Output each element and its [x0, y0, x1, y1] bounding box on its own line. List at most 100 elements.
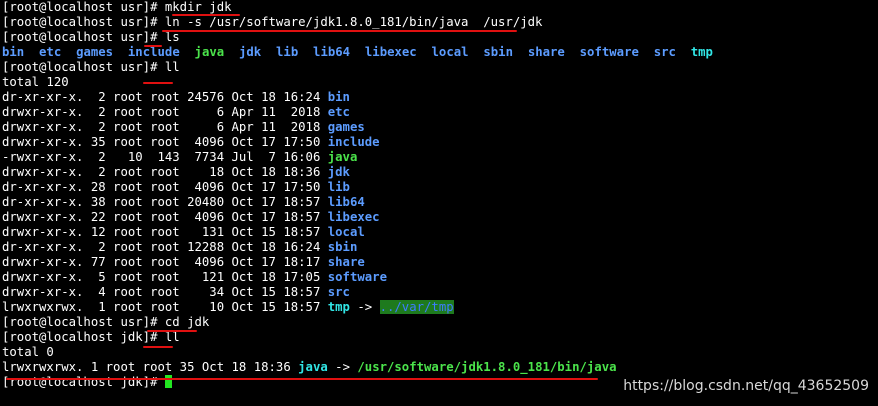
terminal-line: drwxr-xr-x. 2 root root 6 Apr 11 2018 ga… [2, 120, 872, 135]
terminal-text: drwxr-xr-x. 12 root root 131 Oct 15 18:5… [2, 225, 328, 239]
terminal-text: etc [327, 105, 350, 119]
terminal-text: dr-xr-xr-x. 38 root root 20480 Oct 17 18… [2, 195, 328, 209]
terminal-text: -rwxr-xr-x. 2 10 143 7734 Jul 7 16:06 [2, 150, 328, 164]
annotation-underline-ln [162, 30, 517, 32]
terminal-text: drwxr-xr-x. 2 root root 6 Apr 11 2018 [2, 120, 328, 134]
terminal-text: libexec [364, 45, 417, 59]
annotation-underline-symlink [6, 378, 598, 380]
terminal-text: [root@localhost usr]# cd jdk [2, 315, 210, 329]
terminal-line: [root@localhost usr]# ls [2, 30, 872, 45]
terminal-line: dr-xr-xr-x. 2 root root 24576 Oct 18 16:… [2, 90, 872, 105]
terminal-text: drwxr-xr-x. 4 root root 34 Oct 15 18:57 [2, 285, 328, 299]
terminal-text: [root@localhost usr]# ln -s /usr/softwar… [2, 15, 543, 29]
terminal-line: [root@localhost jdk]# ll [2, 330, 872, 345]
terminal-text: lib64 [327, 195, 365, 209]
annotation-underline-mkdir [172, 14, 240, 16]
terminal-text: -> [349, 300, 380, 314]
terminal-text: dr-xr-xr-x. 2 root root 24576 Oct 18 16:… [2, 90, 328, 104]
terminal-line: drwxr-xr-x. 35 root root 4096 Oct 17 17:… [2, 135, 872, 150]
terminal-text: local [327, 225, 365, 239]
terminal-text: /usr/software/jdk1.8.0_181/bin/java [357, 360, 617, 374]
terminal-text: ../var/tmp [379, 300, 454, 314]
terminal-text: games [327, 120, 365, 134]
terminal-line: [root@localhost usr]# cd jdk [2, 315, 872, 330]
terminal-output[interactable]: [root@localhost usr]# mkdir jdk [root@loc… [2, 0, 872, 406]
terminal-text: total 0 [2, 345, 54, 359]
terminal-text: java [194, 45, 225, 59]
terminal-text: [root@localhost usr]# ls [2, 30, 180, 44]
terminal-line: bin etc games include java jdk lib lib64… [2, 45, 872, 60]
terminal-text: sbin [483, 45, 513, 59]
terminal-text: lib [327, 180, 350, 194]
terminal-line: drwxr-xr-x. 5 root root 121 Oct 18 17:05… [2, 270, 872, 285]
terminal-text: etc [39, 45, 62, 59]
terminal-line: drwxr-xr-x. 22 root root 4096 Oct 17 18:… [2, 210, 872, 225]
terminal-line: drwxr-xr-x. 12 root root 131 Oct 15 18:5… [2, 225, 872, 240]
terminal-text: drwxr-xr-x. 2 root root 18 Oct 18 18:36 [2, 165, 328, 179]
terminal-line: drwxr-xr-x. 77 root root 4096 Oct 17 18:… [2, 255, 872, 270]
terminal-text: games [76, 45, 114, 59]
terminal-text: [root@localhost jdk]# ll [2, 330, 180, 344]
terminal-text: java [327, 150, 358, 164]
terminal-text: dr-xr-xr-x. 28 root root 4096 Oct 17 17:… [2, 180, 328, 194]
terminal-line: drwxr-xr-x. 2 root root 18 Oct 18 18:36 … [2, 165, 872, 180]
terminal-text: dr-xr-xr-x. 2 root root 12288 Oct 18 16:… [2, 240, 328, 254]
terminal-line: lrwxrwxrwx. 1 root root 35 Oct 18 18:36 … [2, 360, 872, 375]
terminal-text: [root@localhost usr]# mkdir jdk [2, 0, 232, 14]
terminal-line: -rwxr-xr-x. 2 10 143 7734 Jul 7 16:06 ja… [2, 150, 872, 165]
terminal-text: sbin [327, 240, 358, 254]
terminal-text: software [579, 45, 639, 59]
terminal-text: drwxr-xr-x. 2 root root 6 Apr 11 2018 [2, 105, 328, 119]
terminal-line: dr-xr-xr-x. 38 root root 20480 Oct 17 18… [2, 195, 872, 210]
terminal-line: total 120 [2, 75, 872, 90]
terminal-text: lib64 [313, 45, 351, 59]
terminal-text: drwxr-xr-x. 77 root root 4096 Oct 17 18:… [2, 255, 328, 269]
terminal-text: drwxr-xr-x. 22 root root 4096 Oct 17 18:… [2, 210, 328, 224]
terminal-line: lrwxrwxrwx. 1 root root 10 Oct 15 18:57 … [2, 300, 872, 315]
terminal-text: bin [327, 90, 350, 104]
terminal-text: share [327, 255, 365, 269]
annotation-underline-ll-jdk [143, 346, 173, 348]
terminal-text: libexec [327, 210, 380, 224]
terminal-line: [root@localhost usr]# ll [2, 60, 872, 75]
terminal-line: dr-xr-xr-x. 28 root root 4096 Oct 17 17:… [2, 180, 872, 195]
terminal-cursor [164, 375, 172, 388]
terminal-text: jdk [238, 45, 262, 59]
terminal-text: tmp [327, 300, 350, 314]
terminal-text: include [327, 135, 380, 149]
terminal-text: share [527, 45, 565, 59]
terminal-text: total 120 [2, 75, 69, 89]
annotation-underline-ll [143, 82, 173, 84]
terminal-text: src [327, 285, 350, 299]
terminal-text: software [327, 270, 387, 284]
terminal-text: lrwxrwxrwx. 1 root root 35 Oct 18 18:36 [2, 360, 299, 374]
terminal-text: jdk [327, 165, 350, 179]
terminal-line: dr-xr-xr-x. 2 root root 12288 Oct 18 16:… [2, 240, 872, 255]
terminal-text: tmp [690, 45, 713, 59]
terminal-text: bin [2, 45, 25, 59]
terminal-text: drwxr-xr-x. 5 root root 121 Oct 18 17:05 [2, 270, 328, 284]
terminal-line: drwxr-xr-x. 4 root root 34 Oct 15 18:57 … [2, 285, 872, 300]
annotation-underline-cd [147, 330, 197, 332]
csdn-watermark: https://blog.csdn.net/qq_43652509 [623, 378, 869, 394]
terminal-text: local [431, 45, 469, 59]
terminal-line: [root@localhost usr]# ln -s /usr/softwar… [2, 15, 872, 30]
terminal-text: lrwxrwxrwx. 1 root root 10 Oct 15 18:57 [2, 300, 328, 314]
terminal-text: include [127, 45, 180, 59]
terminal-text: java [298, 360, 328, 374]
terminal-text: drwxr-xr-x. 35 root root 4096 Oct 17 17:… [2, 135, 328, 149]
